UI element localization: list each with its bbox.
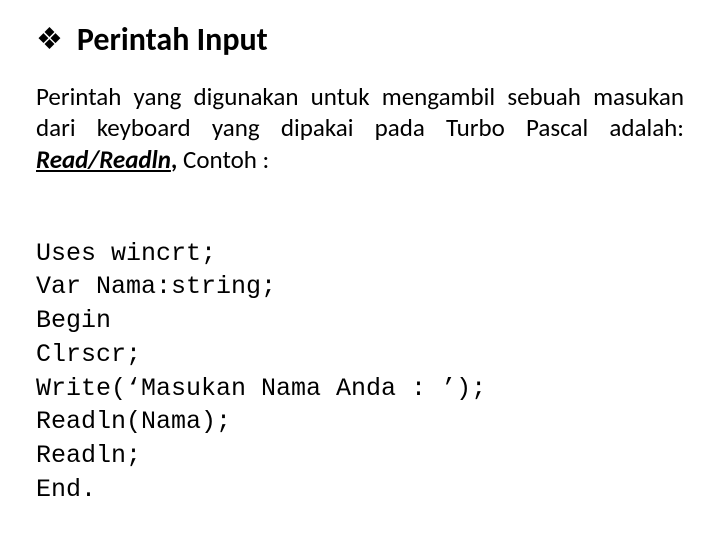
intro-tail-comma: , xyxy=(171,144,183,175)
intro-keyword: Read/Readln xyxy=(36,144,171,175)
code-block: Uses wincrt; Var Nama:string; Begin Clrs… xyxy=(36,203,684,540)
intro-paragraph: Perintah yang digunakan untuk mengambil … xyxy=(36,81,684,175)
code-line-7: Readln; xyxy=(36,441,141,470)
code-line-3: Begin xyxy=(36,306,111,335)
heading-row: ❖ Perintah Input xyxy=(36,20,684,59)
code-line-4: Clrscr; xyxy=(36,340,141,369)
slide: ❖ Perintah Input Perintah yang digunakan… xyxy=(0,0,720,540)
intro-lead: Perintah yang digunakan untuk mengambil … xyxy=(36,81,684,143)
code-line-1: Uses wincrt; xyxy=(36,239,216,268)
code-line-8: End. xyxy=(36,475,96,504)
code-line-2: Var Nama:string; xyxy=(36,272,276,301)
code-line-6: Readln(Nama); xyxy=(36,407,231,436)
code-line-5: Write(‘Masukan Nama Anda : ’); xyxy=(36,374,486,403)
heading-title: Perintah Input xyxy=(77,20,268,59)
diamond-bullet-icon: ❖ xyxy=(36,25,63,55)
intro-tail: Contoh : xyxy=(183,144,269,175)
